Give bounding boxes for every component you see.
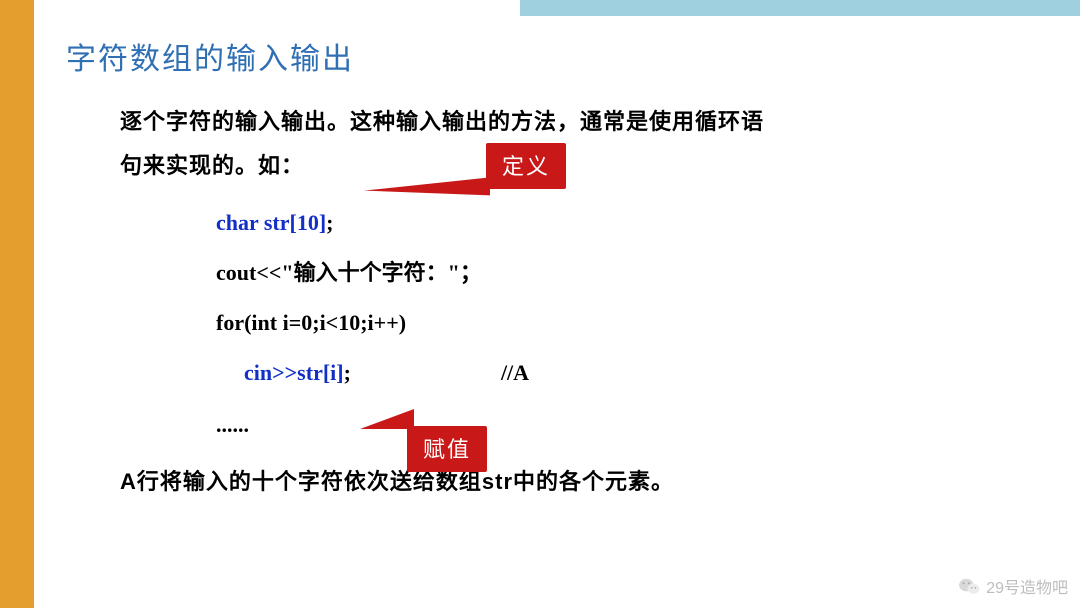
code-text: ; (326, 210, 333, 235)
code-text: " (281, 260, 293, 285)
code-text-cn: 输入十个字符： (294, 260, 448, 285)
code-kw: cin>>str[i] (244, 360, 344, 385)
code-text: ； (460, 260, 482, 285)
code-comment: //A (501, 360, 529, 385)
code-block: char str[10]; cout<<"输入十个字符："； for(int i… (66, 212, 1048, 384)
code-ellipsis: ...... (66, 412, 1048, 438)
intro-line-1: 逐个字符的输入输出。这种输入输出的方法，通常是使用循环语 (66, 100, 1048, 144)
pointer-assign (360, 409, 414, 429)
wechat-icon (958, 577, 980, 595)
code-line-1: char str[10]; (216, 212, 1048, 234)
code-line-4: cin>>str[i]; //A (216, 362, 1048, 384)
content-area: 字符数组的输入输出 逐个字符的输入输出。这种输入输出的方法，通常是使用循环语 句… (34, 0, 1080, 608)
code-kw: char str[10] (216, 210, 326, 235)
callout-definition: 定义 (486, 143, 566, 189)
code-line-2: cout<<"输入十个字符："； (216, 262, 1048, 284)
code-text: " (448, 260, 460, 285)
callout-assignment: 赋值 (407, 426, 487, 472)
watermark-text: 29号造物吧 (986, 574, 1068, 598)
slide-title: 字符数组的输入输出 (66, 34, 1048, 78)
left-accent-bar (0, 0, 34, 608)
code-text: cout<< (216, 260, 281, 285)
explanation-text: A行将输入的十个字符依次送给数组str中的各个元素。 (66, 464, 1048, 496)
code-text: ; (344, 360, 351, 385)
code-line-3: for(int i=0;i<10;i++) (216, 312, 1048, 334)
watermark: 29号造物吧 (958, 574, 1068, 598)
code-text: for(int i=0;i<10;i++) (216, 310, 406, 335)
slide: 字符数组的输入输出 逐个字符的输入输出。这种输入输出的方法，通常是使用循环语 句… (0, 0, 1080, 608)
